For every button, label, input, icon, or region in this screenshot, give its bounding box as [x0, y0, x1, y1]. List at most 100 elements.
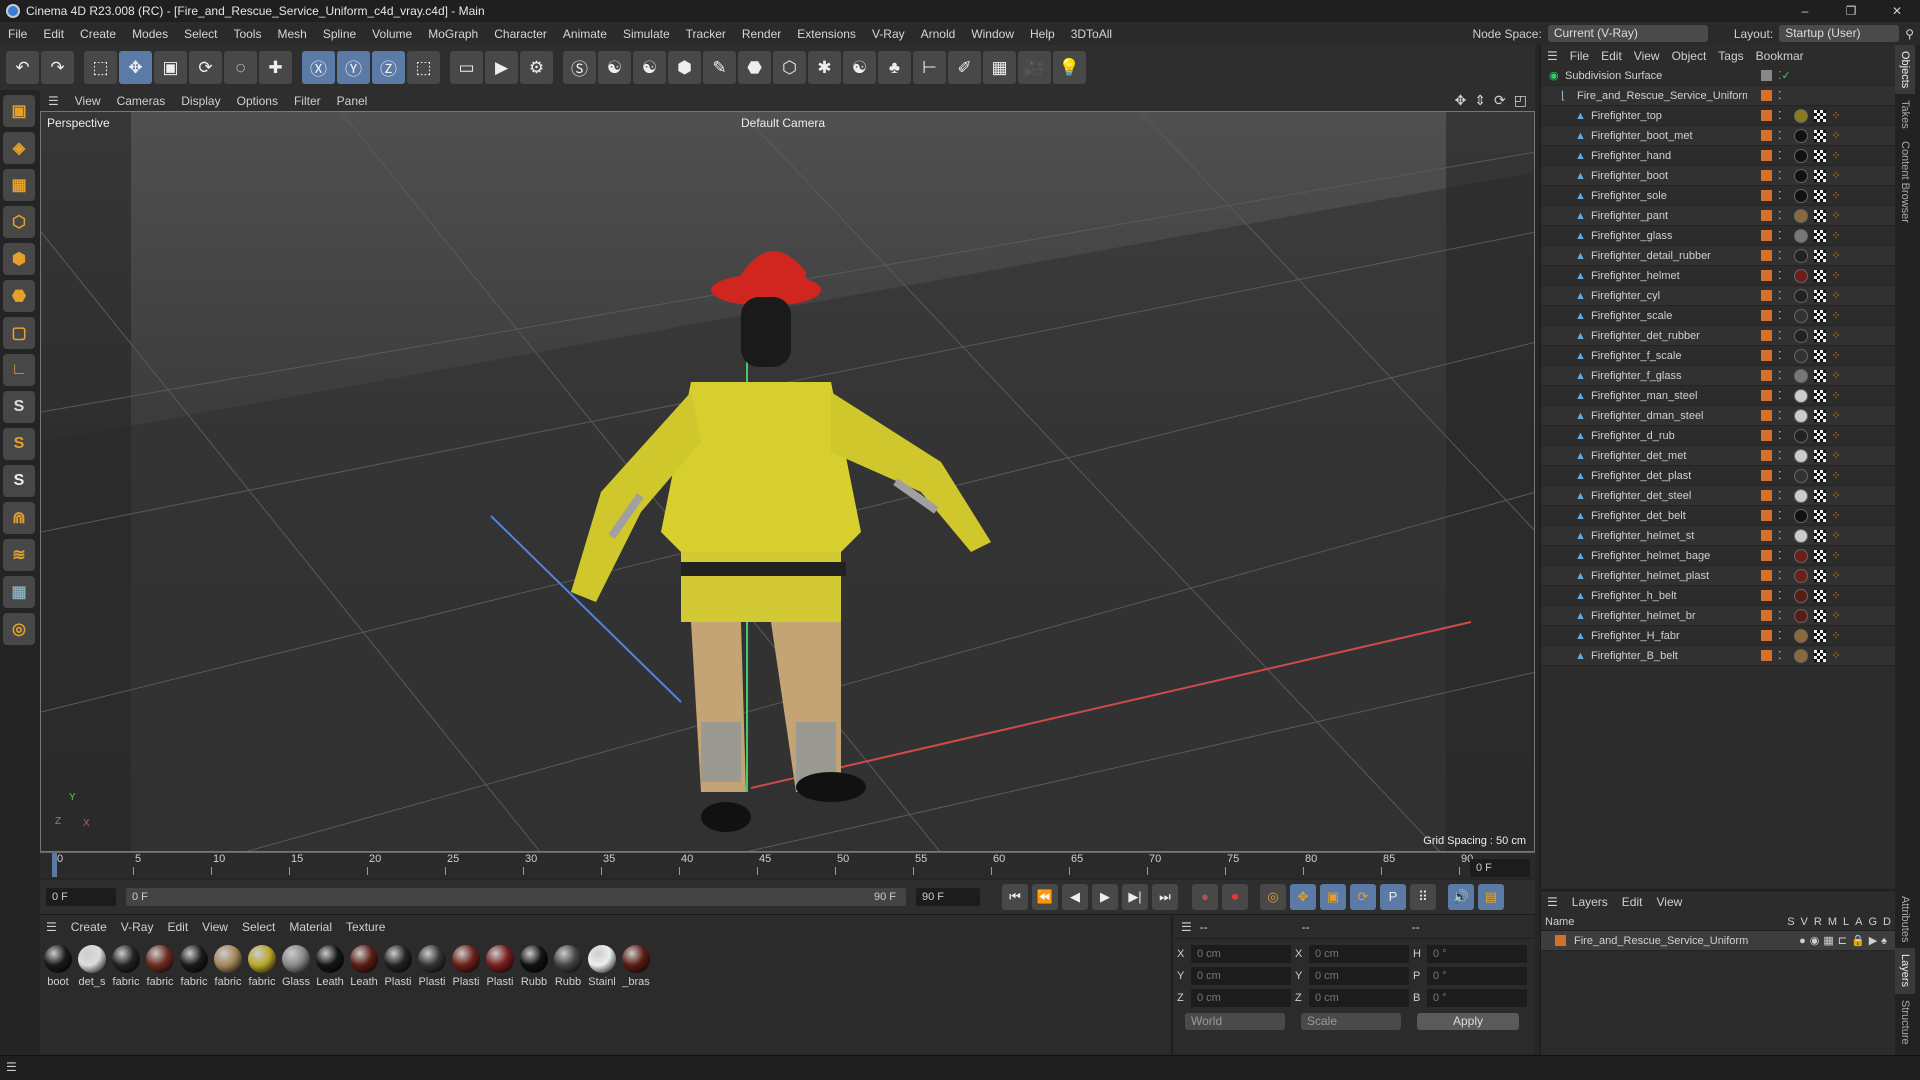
- vray-tag-icon[interactable]: ⁘: [1832, 329, 1841, 342]
- layer-color-icon[interactable]: [1761, 430, 1772, 441]
- vray-tag-icon[interactable]: ⁘: [1832, 509, 1841, 522]
- viewport-menu-filter[interactable]: Filter: [286, 94, 329, 108]
- cloner-icon[interactable]: ♣: [878, 51, 911, 84]
- menu-help[interactable]: Help: [1022, 27, 1063, 41]
- visibility-dots-icon[interactable]: ⁚: [1778, 309, 1782, 322]
- key-rotation-button[interactable]: ⟳: [1350, 884, 1376, 910]
- uvw-tag-icon[interactable]: [1813, 269, 1826, 282]
- material-tag-icon[interactable]: [1793, 588, 1808, 603]
- layer-menu-view[interactable]: View: [1656, 895, 1682, 909]
- layer-color-icon[interactable]: [1761, 90, 1772, 101]
- zoom-view-icon[interactable]: ⇕: [1474, 92, 1486, 109]
- material-swatch[interactable]: Plasti: [450, 945, 482, 988]
- menu-select[interactable]: Select: [176, 27, 225, 41]
- close-button[interactable]: ✕: [1874, 0, 1920, 22]
- layer-color-icon[interactable]: [1555, 935, 1566, 946]
- hamburger-icon[interactable]: ☰: [1547, 49, 1558, 63]
- uvw-tag-icon[interactable]: [1813, 429, 1826, 442]
- object-row[interactable]: ▲ Firefighter_hand ⁚ ⁘: [1541, 146, 1895, 166]
- material-tag-icon[interactable]: [1793, 108, 1808, 123]
- snap-mode-icon[interactable]: S: [3, 465, 35, 497]
- material-tag-icon[interactable]: [1793, 568, 1808, 583]
- vray-tag-icon[interactable]: ⁘: [1832, 109, 1841, 122]
- material-tag-icon[interactable]: [1793, 288, 1808, 303]
- next-frame-button[interactable]: ▶|: [1122, 884, 1148, 910]
- layer-color-icon[interactable]: [1761, 630, 1772, 641]
- material-tag-icon[interactable]: [1793, 188, 1808, 203]
- uvw-tag-icon[interactable]: [1813, 249, 1826, 262]
- material-tag-icon[interactable]: [1793, 508, 1808, 523]
- pan-view-icon[interactable]: ✥: [1455, 92, 1467, 109]
- material-tag-icon[interactable]: [1793, 388, 1808, 403]
- vray-tag-icon[interactable]: ⁘: [1832, 129, 1841, 142]
- object-menu-bookmar[interactable]: Bookmar: [1756, 49, 1804, 63]
- visibility-dots-icon[interactable]: ⁚: [1778, 629, 1782, 642]
- magnet-icon[interactable]: ⋒: [3, 502, 35, 534]
- key-parameter-button[interactable]: P: [1380, 884, 1406, 910]
- menu-mograph[interactable]: MoGraph: [420, 27, 486, 41]
- layer-color-icon[interactable]: [1761, 570, 1772, 581]
- vray-tag-icon[interactable]: ⁘: [1832, 609, 1841, 622]
- uvw-tag-icon[interactable]: [1813, 389, 1826, 402]
- menu-character[interactable]: Character: [486, 27, 555, 41]
- previous-key-button[interactable]: ⏪: [1032, 884, 1058, 910]
- material-tag-icon[interactable]: [1793, 328, 1808, 343]
- layer-color-icon[interactable]: [1761, 310, 1772, 321]
- menu-mesh[interactable]: Mesh: [269, 27, 314, 41]
- make-editable-icon[interactable]: ▣: [3, 95, 35, 127]
- uvw-tag-icon[interactable]: [1813, 309, 1826, 322]
- sketch-icon[interactable]: ✐: [948, 51, 981, 84]
- sound-button[interactable]: 🔊: [1448, 884, 1474, 910]
- uvw-tag-icon[interactable]: [1813, 189, 1826, 202]
- layer-row[interactable]: Fire_and_Rescue_Service_Uniform ●◉▦⊏🔒▶♠: [1541, 931, 1895, 951]
- floor-icon[interactable]: ▦: [983, 51, 1016, 84]
- visibility-dots-icon[interactable]: ⁚: [1778, 169, 1782, 182]
- y-axis-icon[interactable]: Ⓨ: [337, 51, 370, 84]
- menu-animate[interactable]: Animate: [555, 27, 615, 41]
- uvw-tag-icon[interactable]: [1813, 529, 1826, 542]
- timeline-window-button[interactable]: ▤: [1478, 884, 1504, 910]
- visibility-dots-icon[interactable]: ⁚: [1778, 589, 1782, 602]
- object-row[interactable]: ▲ Firefighter_helmet_br ⁚ ⁘: [1541, 606, 1895, 626]
- coord-field[interactable]: 0 °: [1427, 967, 1527, 985]
- render-view-icon[interactable]: ▭: [450, 51, 483, 84]
- uvw-tag-icon[interactable]: [1813, 109, 1826, 122]
- layer-color-icon[interactable]: [1761, 550, 1772, 561]
- menu-tools[interactable]: Tools: [225, 27, 269, 41]
- menu-v-ray[interactable]: V-Ray: [864, 27, 913, 41]
- layer-color-icon[interactable]: [1761, 590, 1772, 601]
- visibility-dots-icon[interactable]: ⁚: [1778, 509, 1782, 522]
- playhead[interactable]: [52, 853, 57, 877]
- visibility-dots-icon[interactable]: ⁚: [1778, 249, 1782, 262]
- material-tag-icon[interactable]: [1793, 348, 1808, 363]
- texture-mode-icon[interactable]: ▦: [3, 169, 35, 201]
- material-menu-material[interactable]: Material: [289, 920, 332, 934]
- uv-mode-icon[interactable]: ▢: [3, 317, 35, 349]
- coord-field[interactable]: 0 cm: [1191, 945, 1291, 963]
- object-row[interactable]: ▲ Firefighter_pant ⁚ ⁘: [1541, 206, 1895, 226]
- uvw-tag-icon[interactable]: [1813, 449, 1826, 462]
- material-tag-icon[interactable]: [1793, 548, 1808, 563]
- material-swatch[interactable]: Plasti: [416, 945, 448, 988]
- object-row[interactable]: ▲ Firefighter_helmet ⁚ ⁘: [1541, 266, 1895, 286]
- visibility-dots-icon[interactable]: ⁚: [1778, 89, 1782, 102]
- vray-tag-icon[interactable]: ⁘: [1832, 589, 1841, 602]
- layer-color-icon[interactable]: [1761, 190, 1772, 201]
- autokey-button[interactable]: ⏺: [1222, 884, 1248, 910]
- uvw-tag-icon[interactable]: [1813, 209, 1826, 222]
- python1-icon[interactable]: ☯: [598, 51, 631, 84]
- visibility-dots-icon[interactable]: ⁚: [1778, 569, 1782, 582]
- object-row[interactable]: ▲ Firefighter_H_fabr ⁚ ⁘: [1541, 626, 1895, 646]
- layer-color-icon[interactable]: [1761, 210, 1772, 221]
- uvw-tag-icon[interactable]: [1813, 649, 1826, 662]
- visibility-dots-icon[interactable]: ⁚: [1778, 329, 1782, 342]
- layer-color-icon[interactable]: [1761, 250, 1772, 261]
- uvw-tag-icon[interactable]: [1813, 349, 1826, 362]
- visibility-dots-icon[interactable]: ⁚: [1778, 449, 1782, 462]
- vray-tag-icon[interactable]: ⁘: [1832, 289, 1841, 302]
- rotate-view-icon[interactable]: ⟳: [1494, 92, 1506, 109]
- object-row[interactable]: ▲ Firefighter_d_rub ⁚ ⁘: [1541, 426, 1895, 446]
- previous-frame-button[interactable]: ◀: [1062, 884, 1088, 910]
- material-swatch[interactable]: Leath: [348, 945, 380, 988]
- live-select-icon[interactable]: ◌: [224, 51, 257, 84]
